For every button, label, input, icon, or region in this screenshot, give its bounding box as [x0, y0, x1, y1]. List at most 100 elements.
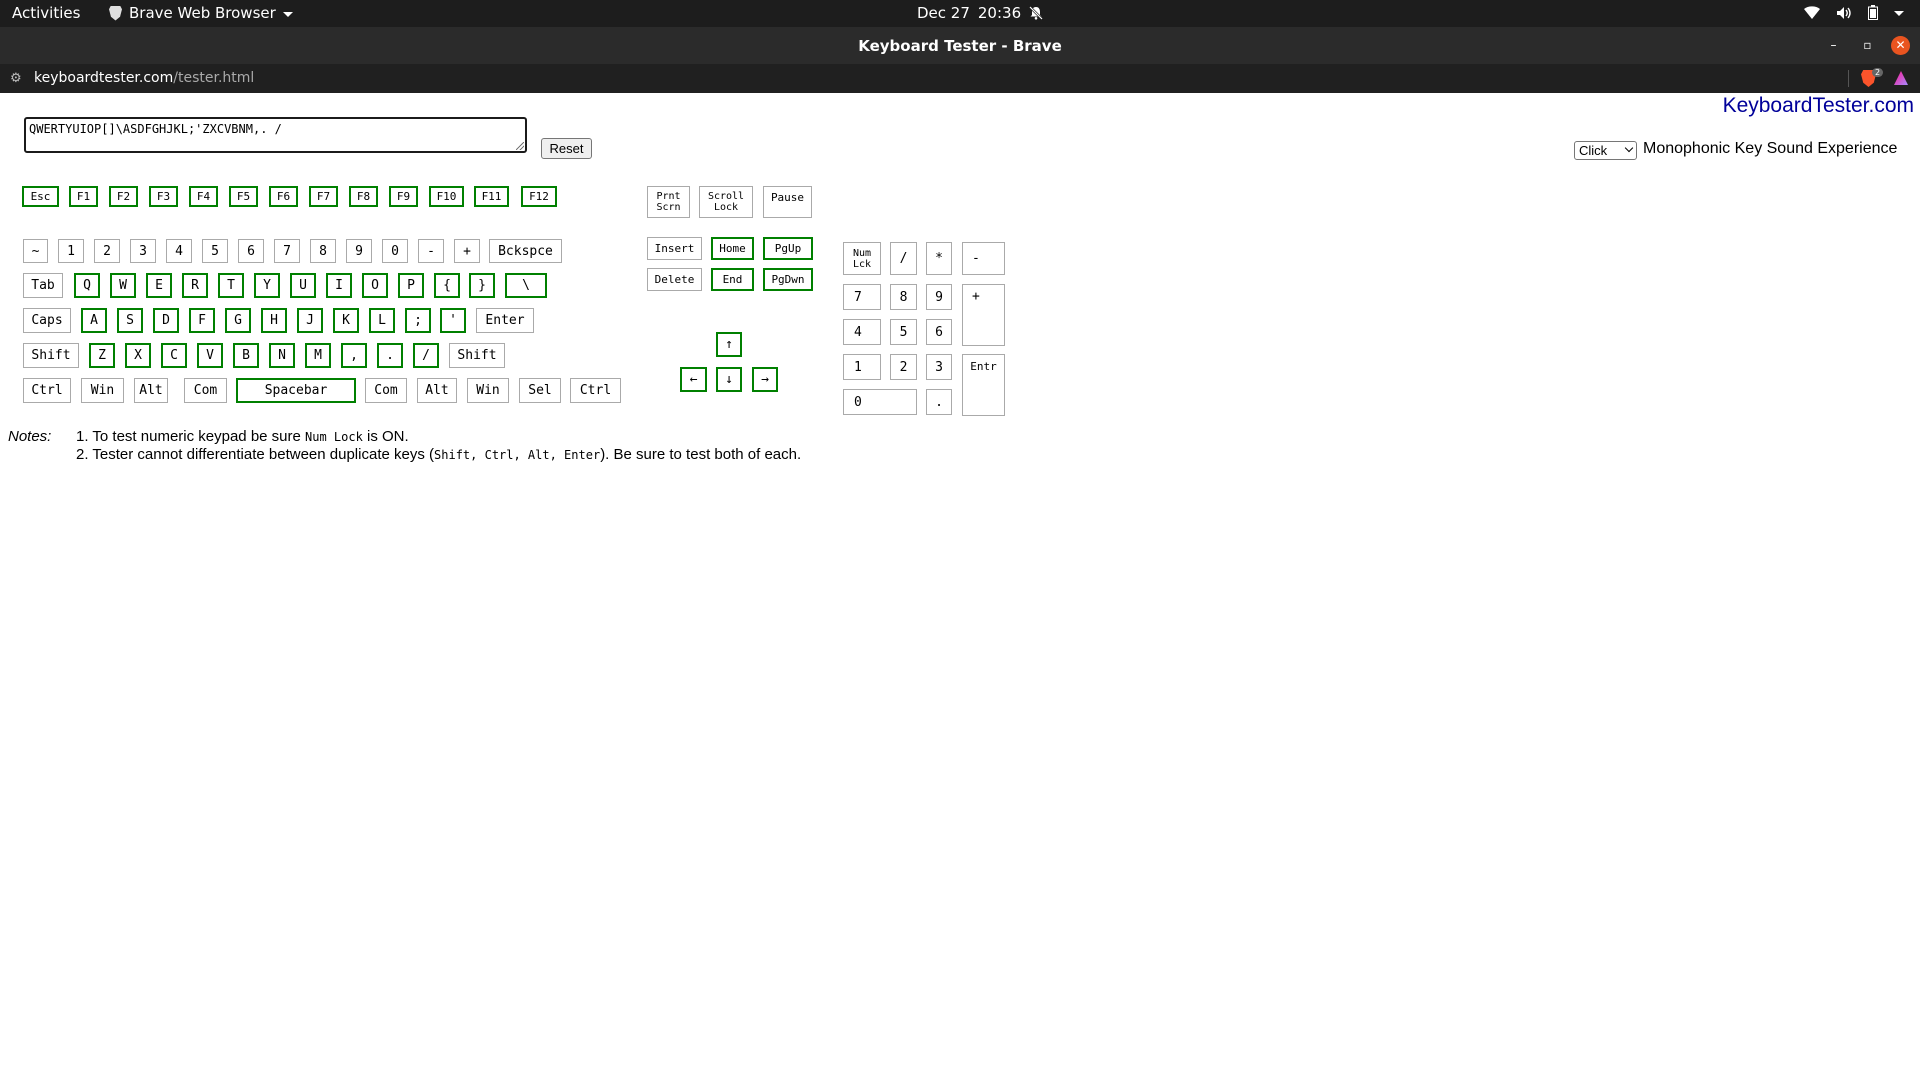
key-left-brace: {: [434, 273, 460, 298]
site-info-icon[interactable]: ⚙: [10, 71, 22, 86]
key-numpad-multiply: *: [926, 242, 952, 275]
key-arrow-down: ↓: [716, 367, 742, 392]
key-insert: Insert: [647, 237, 702, 260]
key-numpad-0: 0: [843, 389, 917, 415]
key-print-screen-line2: Scrn: [656, 202, 681, 213]
note-2: 2. Tester cannot differentiate between d…: [76, 446, 801, 463]
key-page-up: PgUp: [763, 237, 813, 260]
key-numpad-enter: Entr: [962, 354, 1005, 416]
key-p: P: [398, 273, 424, 298]
key-numpad-subtract: -: [962, 242, 1005, 275]
key-numpad-3: 3: [926, 354, 952, 380]
key-tilde: ~: [23, 239, 48, 263]
key-2: 2: [94, 239, 120, 263]
key-quote: ': [440, 308, 466, 333]
key-4: 4: [166, 239, 192, 263]
key-0: 0: [382, 239, 408, 263]
key-plus: +: [454, 239, 480, 263]
notifications-off-icon: [1029, 6, 1044, 20]
key-left-com: Com: [184, 378, 227, 403]
key-caps-lock: Caps: [23, 308, 71, 333]
shields-count-badge: 2: [1872, 68, 1884, 77]
key-numpad-1: 1: [843, 354, 881, 380]
maximize-button[interactable]: ▫: [1858, 36, 1877, 55]
sound-select-value: Click: [1579, 143, 1608, 158]
clock-time: 20:36: [977, 4, 1022, 22]
key-f7: F7: [309, 186, 338, 207]
app-menu[interactable]: Brave Web Browser: [109, 4, 293, 22]
key-left-ctrl: Ctrl: [23, 378, 71, 403]
key-y: Y: [254, 273, 280, 298]
key-f9: F9: [389, 186, 418, 207]
key-right-ctrl: Ctrl: [570, 378, 621, 403]
url-host: keyboardtester.com: [34, 70, 174, 86]
key-comma: ,: [341, 343, 367, 368]
key-backspace: Bckspce: [489, 239, 562, 263]
key-t: T: [218, 273, 244, 298]
key-l: L: [369, 308, 395, 333]
reset-button[interactable]: Reset: [541, 138, 592, 159]
key-period: .: [377, 343, 403, 368]
key-x: X: [125, 343, 151, 368]
key-log-text: QWERTYUIOP[]\ASDFGHJKL;'ZXCVBNM,. /: [29, 122, 282, 136]
key-numpad-4: 4: [843, 319, 881, 345]
key-9: 9: [346, 239, 372, 263]
key-delete: Delete: [647, 268, 702, 291]
clock[interactable]: Dec 27 20:36: [917, 4, 1044, 22]
url-text[interactable]: keyboardtester.com/tester.html: [34, 70, 254, 86]
key-j: J: [297, 308, 323, 333]
battery-icon: [1868, 5, 1878, 20]
key-spacebar: Spacebar: [236, 378, 356, 403]
key-right-win: Win: [467, 378, 509, 403]
system-tray[interactable]: [1804, 5, 1904, 20]
close-button[interactable]: ✕: [1891, 36, 1910, 55]
key-numpad-2: 2: [890, 354, 917, 380]
system-top-bar: Activities Brave Web Browser Dec 27 20:3…: [0, 0, 1920, 27]
minimize-button[interactable]: –: [1824, 36, 1843, 55]
key-m: M: [305, 343, 331, 368]
volume-icon: [1837, 6, 1851, 19]
key-left-shift: Shift: [23, 343, 79, 368]
chevron-down-icon: [1624, 143, 1634, 153]
key-h: H: [261, 308, 287, 333]
key-7: 7: [274, 239, 300, 263]
sound-select[interactable]: Click: [1574, 141, 1637, 160]
note-2-code: Shift, Ctrl, Alt, Enter: [434, 448, 601, 462]
key-left-alt: Alt: [134, 378, 168, 403]
chevron-down-icon: [282, 11, 293, 17]
key-minus: -: [418, 239, 444, 263]
key-select: Sel: [519, 378, 561, 403]
clock-date: Dec 27: [917, 4, 970, 22]
key-f11: F11: [474, 186, 509, 207]
key-log-textarea[interactable]: QWERTYUIOP[]\ASDFGHJKL;'ZXCVBNM,. /: [24, 117, 527, 153]
key-f2: F2: [109, 186, 138, 207]
key-v: V: [197, 343, 223, 368]
activities-button[interactable]: Activities: [12, 4, 80, 22]
wifi-icon: [1804, 5, 1820, 19]
key-f12: F12: [521, 186, 557, 207]
toolbar-divider: [1848, 70, 1849, 87]
address-bar[interactable]: ⚙ keyboardtester.com/tester.html 2: [0, 64, 1920, 93]
key-numpad-5: 5: [890, 319, 917, 345]
key-scroll-lock: Scroll Lock: [699, 186, 753, 218]
note-1-text: 1. To test numeric keypad be sure: [76, 428, 306, 445]
key-f4: F4: [189, 186, 218, 207]
key-right-alt: Alt: [417, 378, 457, 403]
key-u: U: [290, 273, 316, 298]
resize-grip-icon[interactable]: [516, 142, 524, 150]
brave-rewards-icon[interactable]: [1894, 71, 1908, 85]
key-q: Q: [74, 273, 100, 298]
key-scroll-lock-line2: Lock: [713, 202, 739, 213]
key-numpad-8: 8: [890, 284, 917, 310]
key-tab: Tab: [23, 273, 63, 298]
key-w: W: [110, 273, 136, 298]
key-d: D: [153, 308, 179, 333]
key-pause: Pause: [763, 186, 812, 218]
site-logo-link[interactable]: KeyboardTester.com: [1723, 94, 1914, 118]
key-print-screen-line1: Prnt: [656, 191, 681, 202]
key-6: 6: [238, 239, 264, 263]
key-1: 1: [58, 239, 84, 263]
key-scroll-lock-line1: Scroll: [707, 191, 745, 202]
key-z: Z: [89, 343, 115, 368]
key-right-brace: }: [469, 273, 495, 298]
